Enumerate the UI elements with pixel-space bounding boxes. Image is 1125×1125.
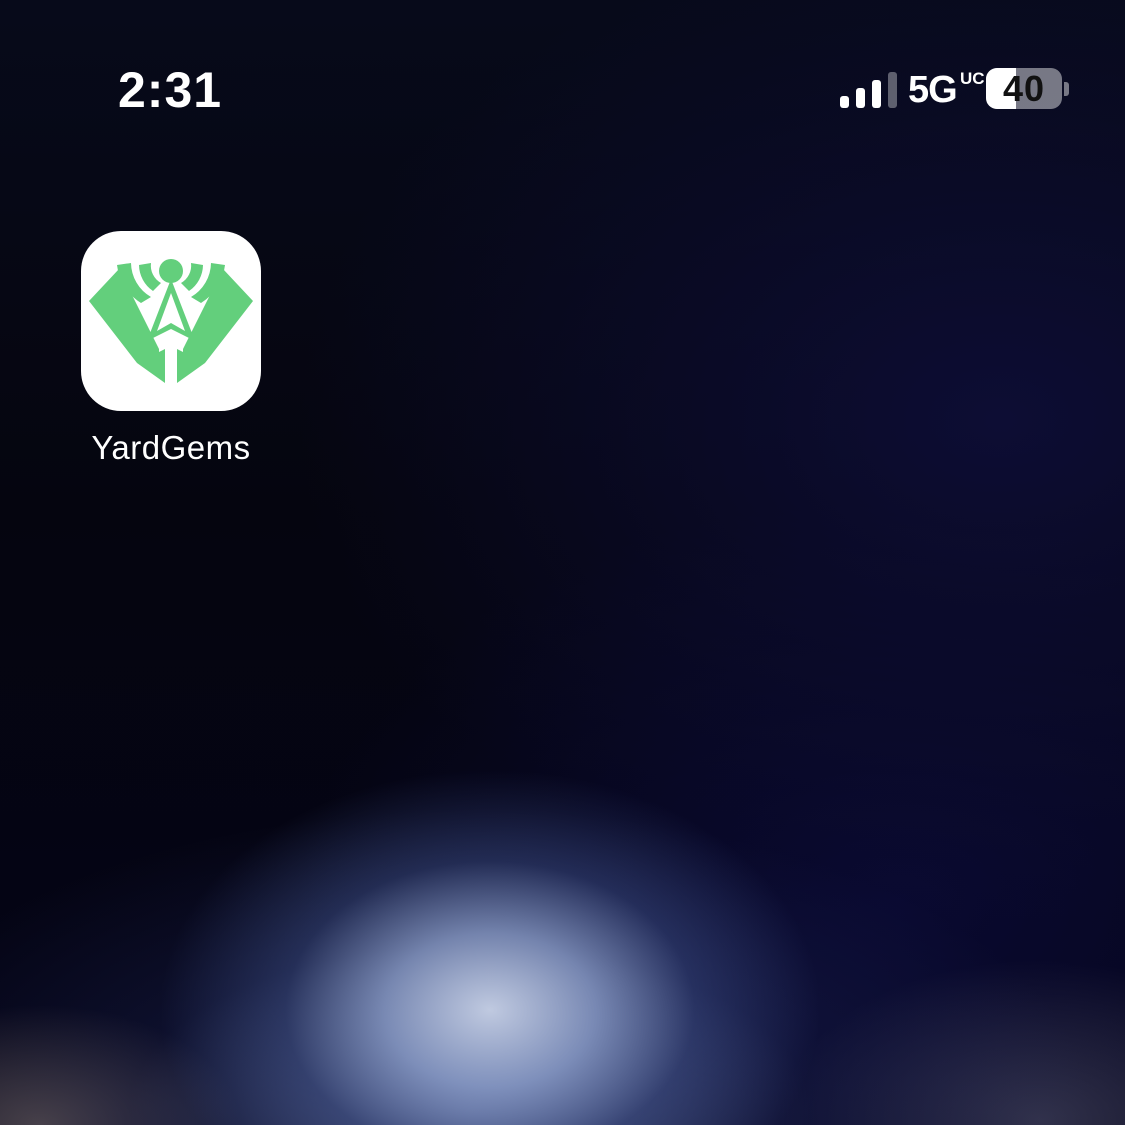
home-screen: 2:31 5G UC 40 YardGems bbox=[0, 0, 1125, 1125]
network-suffix: UC bbox=[960, 69, 985, 88]
signal-bar bbox=[888, 72, 897, 108]
status-time: 2:31 bbox=[118, 62, 223, 118]
signal-bar bbox=[856, 88, 865, 108]
battery-cap bbox=[1064, 82, 1069, 96]
yardgems-app-icon[interactable] bbox=[81, 231, 261, 411]
network-type: 5G UC bbox=[908, 66, 985, 114]
signal-bar bbox=[872, 80, 881, 108]
network-label: 5G bbox=[908, 69, 958, 111]
app-label: YardGems bbox=[91, 429, 251, 466]
app-yardgems[interactable]: YardGems bbox=[81, 231, 261, 467]
signal-bar bbox=[840, 96, 849, 108]
battery-percent: 40 bbox=[1002, 68, 1046, 109]
cellular-signal-icon bbox=[840, 72, 898, 108]
battery-icon: 40 bbox=[986, 68, 1062, 109]
